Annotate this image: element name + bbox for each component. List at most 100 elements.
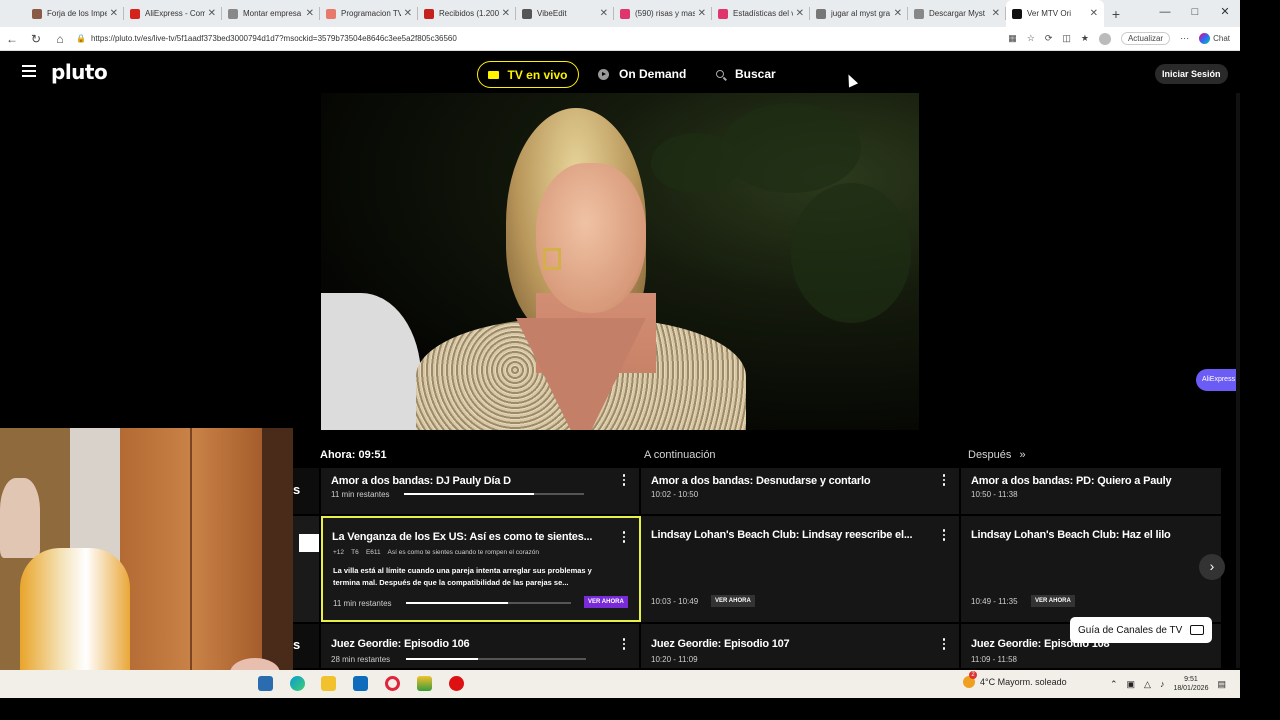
- tab-close-icon[interactable]: ✕: [600, 8, 608, 19]
- more-options-icon[interactable]: [622, 531, 625, 543]
- progress-fill: [406, 658, 478, 660]
- tab-close-icon[interactable]: ✕: [502, 8, 510, 19]
- weather-text: 4°C Mayorm. soleado: [980, 677, 1067, 687]
- file-explorer-icon[interactable]: [321, 676, 336, 691]
- program-after-row1[interactable]: Amor a dos bandas: PD: Quiero a Pauly 10…: [961, 468, 1221, 514]
- minimize-icon[interactable]: —: [1150, 0, 1180, 27]
- reload-icon[interactable]: ↻: [24, 32, 48, 46]
- tab-close-icon[interactable]: ✕: [796, 8, 804, 19]
- search-button[interactable]: Buscar: [716, 67, 776, 81]
- browser-tab[interactable]: VibeEdit ✕: [516, 0, 614, 27]
- edge-icon[interactable]: [290, 676, 305, 691]
- browser-tab[interactable]: Montar empresa ✕: [222, 0, 320, 27]
- taskbar-app-icon[interactable]: [449, 676, 464, 691]
- guide-header-after[interactable]: Después »: [968, 449, 1026, 465]
- extensions-icon[interactable]: ⟳: [1045, 33, 1053, 44]
- tab-close-icon[interactable]: ✕: [110, 8, 118, 19]
- guide-next-arrow-button[interactable]: ›: [1199, 554, 1225, 580]
- screen-border: [1240, 0, 1280, 720]
- new-tab-button[interactable]: +: [1104, 6, 1128, 22]
- more-icon[interactable]: ⋯: [1180, 33, 1189, 44]
- pluto-logo[interactable]: pluto: [51, 60, 108, 84]
- browser-tab[interactable]: AliExpress - Comp✕: [124, 0, 222, 27]
- video-player[interactable]: [321, 93, 919, 430]
- program-next-row3[interactable]: Juez Geordie: Episodio 107 10:20 - 11:09: [641, 624, 959, 668]
- browser-tab[interactable]: Recibidos (1.200) ✕: [418, 0, 516, 27]
- back-icon[interactable]: ←: [0, 32, 24, 46]
- tv-en-vivo-button[interactable]: TV en vivo: [477, 61, 579, 88]
- tab-close-icon[interactable]: ✕: [698, 8, 706, 19]
- program-title: Lindsay Lohan's Beach Club: Haz el lilo: [971, 529, 1171, 541]
- tab-close-icon[interactable]: ✕: [1090, 8, 1098, 19]
- program-title: Amor a dos bandas: Desnudarse y contarlo: [651, 475, 871, 487]
- tab-close-icon[interactable]: ✕: [404, 8, 412, 19]
- more-options-icon[interactable]: [942, 638, 945, 650]
- favorite-star-icon[interactable]: ☆: [1027, 33, 1035, 44]
- profile-avatar[interactable]: [1098, 32, 1111, 45]
- watch-now-button[interactable]: VER AHORA: [1031, 595, 1075, 607]
- more-options-icon[interactable]: [942, 474, 945, 486]
- browser-tab[interactable]: Descargar Myst ✕: [908, 0, 1006, 27]
- home-icon[interactable]: ⌂: [48, 32, 72, 46]
- on-demand-button[interactable]: On Demand: [598, 67, 686, 81]
- program-now-selected[interactable]: La Venganza de los Ex US: Así es como te…: [321, 516, 641, 622]
- watch-now-button[interactable]: VER AHORA: [584, 596, 628, 608]
- program-now-row3[interactable]: Juez Geordie: Episodio 106 28 min restan…: [321, 624, 639, 668]
- season: T6: [351, 549, 359, 556]
- channel-cell[interactable]: s: [293, 468, 319, 514]
- program-next-row1[interactable]: Amor a dos bandas: Desnudarse y contarlo…: [641, 468, 959, 514]
- chevron-up-icon[interactable]: ⌃: [1110, 679, 1118, 690]
- notifications-icon[interactable]: ▤: [1217, 679, 1226, 690]
- apps-icon[interactable]: ▦: [1008, 33, 1017, 44]
- maximize-icon[interactable]: □: [1180, 0, 1210, 27]
- opera-icon[interactable]: [385, 676, 400, 691]
- aliexpress-extension-pill[interactable]: AliExpress: [1196, 369, 1240, 391]
- menu-hamburger-icon[interactable]: [22, 65, 36, 77]
- channel-logo-fragment: s: [293, 637, 301, 652]
- program-after-row2[interactable]: Lindsay Lohan's Beach Club: Haz el lilo …: [961, 516, 1221, 622]
- browser-tab[interactable]: Estadísticas del v ✕: [712, 0, 810, 27]
- system-tray: ⌃ ▣ △ ♪ 9:51 18/01/2026 ▤: [1110, 670, 1226, 698]
- program-time: 10:03 - 10:49: [651, 597, 699, 606]
- channel-cell[interactable]: s: [293, 624, 319, 668]
- program-next-row2[interactable]: Lindsay Lohan's Beach Club: Lindsay rees…: [641, 516, 959, 622]
- more-options-icon[interactable]: [942, 529, 945, 541]
- more-options-icon[interactable]: [622, 474, 625, 486]
- tab-close-icon[interactable]: ✕: [208, 8, 216, 19]
- channel-cell[interactable]: [293, 516, 319, 622]
- taskbar-app-icon[interactable]: [417, 676, 432, 691]
- split-screen-icon[interactable]: ◫: [1062, 33, 1071, 44]
- sign-in-button[interactable]: Iniciar Sesión: [1155, 64, 1228, 84]
- wifi-icon[interactable]: △: [1144, 679, 1151, 690]
- tab-label: Descargar Myst: [929, 9, 986, 18]
- update-button[interactable]: Actualizar: [1120, 32, 1171, 45]
- outlook-icon[interactable]: [353, 676, 368, 691]
- url-field[interactable]: 🔒 https://pluto.tv/es/live-tv/5f1aadf373…: [76, 34, 1008, 43]
- more-options-icon[interactable]: [622, 638, 625, 650]
- browser-tab[interactable]: (590) risas y mas ✕: [614, 0, 712, 27]
- copilot-icon: [1199, 33, 1211, 44]
- tab-close-icon[interactable]: ✕: [992, 8, 1000, 19]
- clock[interactable]: 9:51 18/01/2026: [1173, 675, 1208, 693]
- watch-now-button[interactable]: VER AHORA: [711, 595, 755, 607]
- favorites-list-icon[interactable]: ★: [1081, 33, 1089, 44]
- tray-app-icon[interactable]: ▣: [1127, 679, 1136, 690]
- browser-tab[interactable]: Programacion TV ✕: [320, 0, 418, 27]
- browser-tab-strip: Forja de los Impe✕AliExpress - Comp✕Mont…: [0, 0, 1240, 27]
- tab-close-icon[interactable]: ✕: [894, 8, 902, 19]
- time-remaining: 11 min restantes: [333, 599, 392, 608]
- browser-tab[interactable]: Forja de los Impe ✕: [26, 0, 124, 27]
- program-now-row1[interactable]: Amor a dos bandas: DJ Pauly Día D 11 min…: [321, 468, 639, 514]
- channel-guide-tooltip[interactable]: Guía de Canales de TV: [1070, 617, 1213, 643]
- close-window-icon[interactable]: ✕: [1210, 0, 1240, 27]
- tab-favicon-icon: [424, 8, 434, 19]
- volume-icon[interactable]: ♪: [1160, 679, 1165, 689]
- tab-favicon-icon: [1012, 8, 1022, 19]
- browser-toolbar-right: ▦ ☆ ⟳ ◫ ★ Actualizar ⋯ Chat: [1008, 32, 1240, 45]
- browser-tab[interactable]: Ver MTV Ori ✕: [1006, 0, 1104, 27]
- weather-widget[interactable]: 2 4°C Mayorm. soleado: [963, 671, 1067, 688]
- taskbar-app-icon[interactable]: [258, 676, 273, 691]
- tab-close-icon[interactable]: ✕: [306, 8, 314, 19]
- browser-tab[interactable]: jugar al myst gra ✕: [810, 0, 908, 27]
- copilot-chat-button[interactable]: Chat: [1199, 33, 1230, 44]
